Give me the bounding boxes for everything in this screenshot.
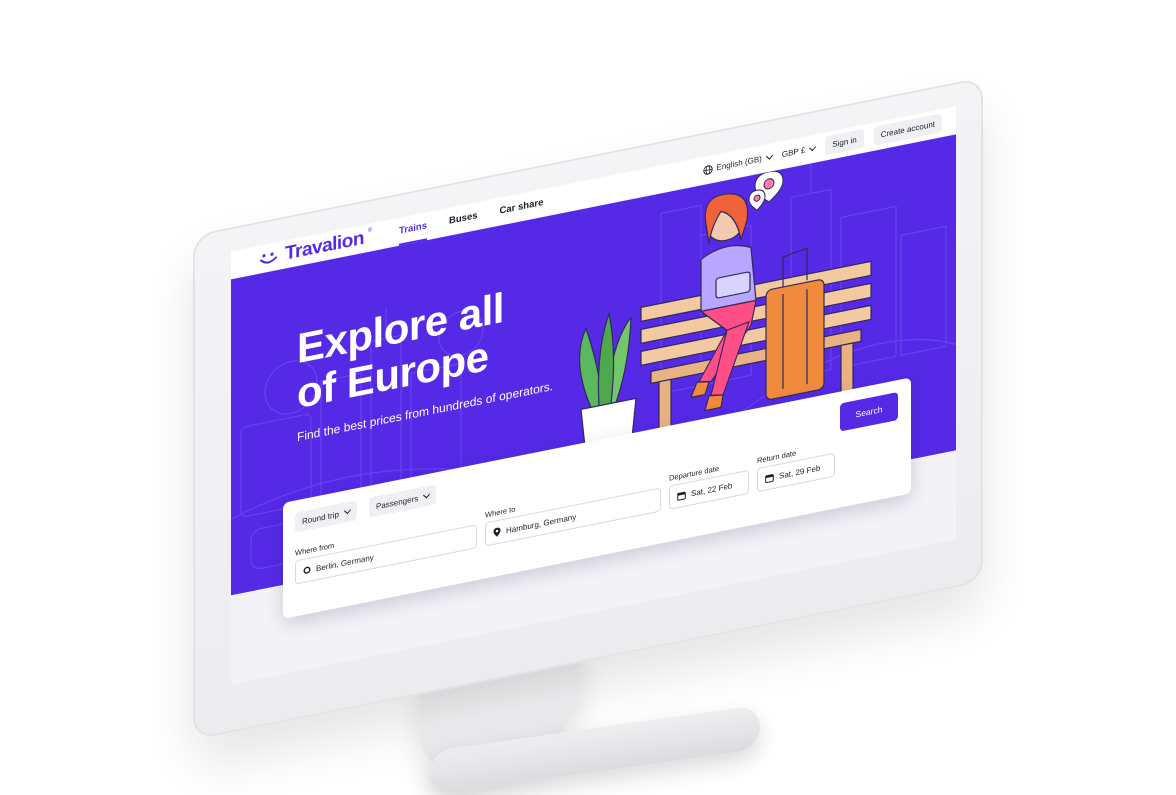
to-value: Hamburg, Germany (506, 511, 577, 535)
calendar-icon (677, 491, 686, 501)
chevron-down-icon (809, 143, 817, 151)
return-value: Sat, 29 Feb (779, 463, 821, 481)
trip-type-label: Round trip (302, 509, 339, 526)
passengers-label: Passengers (376, 493, 419, 511)
departure-value: Sat, 22 Feb (691, 480, 733, 498)
traveller-girl-illustration (690, 193, 757, 412)
location-pins-illustration (748, 170, 784, 211)
suitcase-illustration (765, 247, 825, 400)
calendar-icon (765, 473, 774, 483)
chevron-down-icon (423, 491, 431, 499)
globe-icon (703, 164, 714, 175)
language-selector[interactable]: English (GB) (703, 152, 773, 176)
chevron-down-icon (765, 152, 773, 160)
where-from-input[interactable]: Berlin, Germany (295, 524, 477, 585)
monitor-mockup: Travalion ® Trains Buses Car share Engli… (0, 0, 1176, 795)
from-value: Berlin, Germany (316, 552, 374, 573)
currency-label: GBP £ (781, 145, 806, 160)
trip-type-dropdown[interactable]: Round trip (295, 500, 357, 533)
search-button[interactable]: Search (840, 392, 898, 432)
circle-origin-icon (303, 566, 311, 574)
where-to-input[interactable]: Hamburg, Germany (485, 487, 661, 547)
passengers-dropdown[interactable]: Passengers (369, 484, 437, 518)
registered-mark: ® (367, 227, 373, 235)
currency-selector[interactable]: GBP £ (781, 143, 817, 160)
map-pin-icon (493, 527, 501, 537)
smile-logo-icon (260, 252, 277, 264)
sign-in-button[interactable]: Sign in (825, 128, 864, 156)
language-label: English (GB) (716, 154, 762, 173)
chevron-down-icon (343, 507, 351, 515)
